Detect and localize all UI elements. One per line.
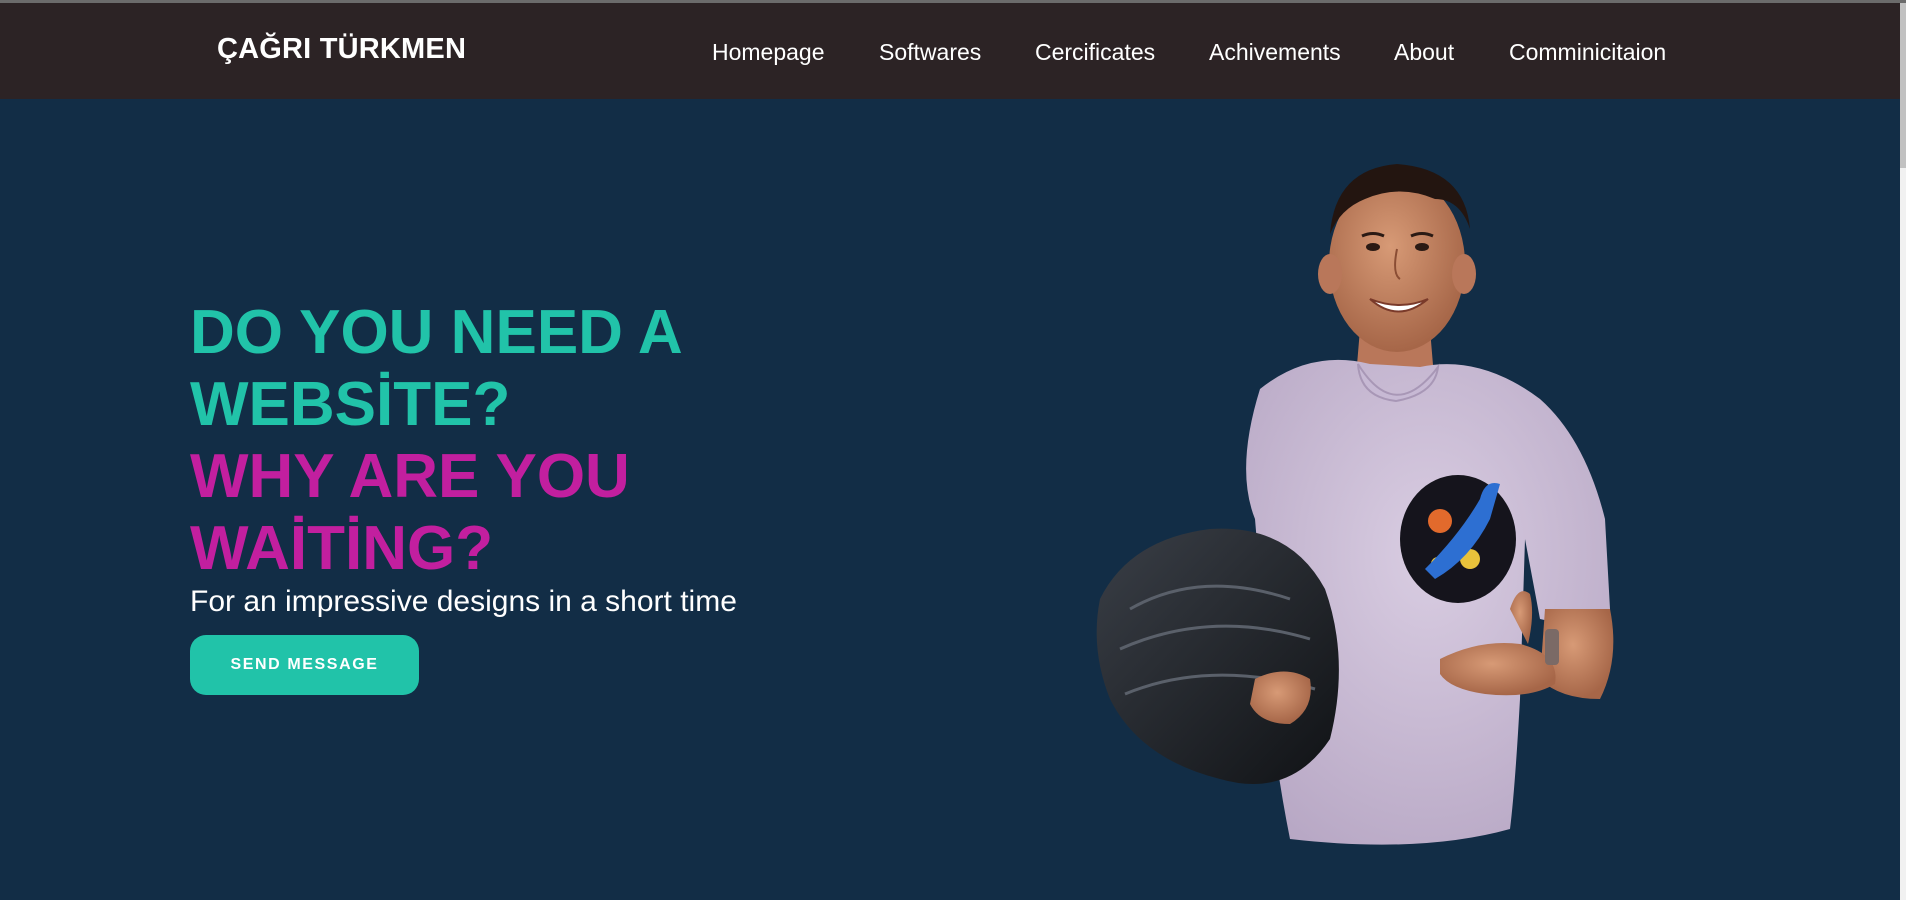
portrait-photo [1096, 164, 1614, 845]
headline-line-1: DO YOU NEED A [190, 298, 683, 367]
nav-link-certificates[interactable]: Cercificates [1035, 39, 1155, 66]
hero-section: DO YOU NEED A WEBSİTE? WHY ARE YOU WAİTİ… [0, 99, 1900, 900]
nav-link-about[interactable]: About [1394, 39, 1454, 66]
nav-link-achievements[interactable]: Achivements [1209, 39, 1341, 66]
hero-tagline: For an impressive designs in a short tim… [190, 585, 737, 618]
headline-line-2: WEBSİTE? [190, 370, 511, 439]
send-message-button[interactable]: SEND MESSAGE [190, 635, 419, 695]
scrollbar-thumb[interactable] [1900, 3, 1906, 168]
nav-links: Homepage Softwares Cercificates Achiveme… [0, 39, 1900, 69]
headline-line-3: WHY ARE YOU [190, 442, 630, 511]
headline-line-4: WAİTİNG? [190, 514, 494, 583]
navbar: ÇAĞRI TÜRKMEN Homepage Softwares Cercifi… [0, 3, 1900, 99]
nav-link-softwares[interactable]: Softwares [879, 39, 981, 66]
nav-link-homepage[interactable]: Homepage [712, 39, 825, 66]
nav-link-communication[interactable]: Comminicitaion [1509, 39, 1666, 66]
